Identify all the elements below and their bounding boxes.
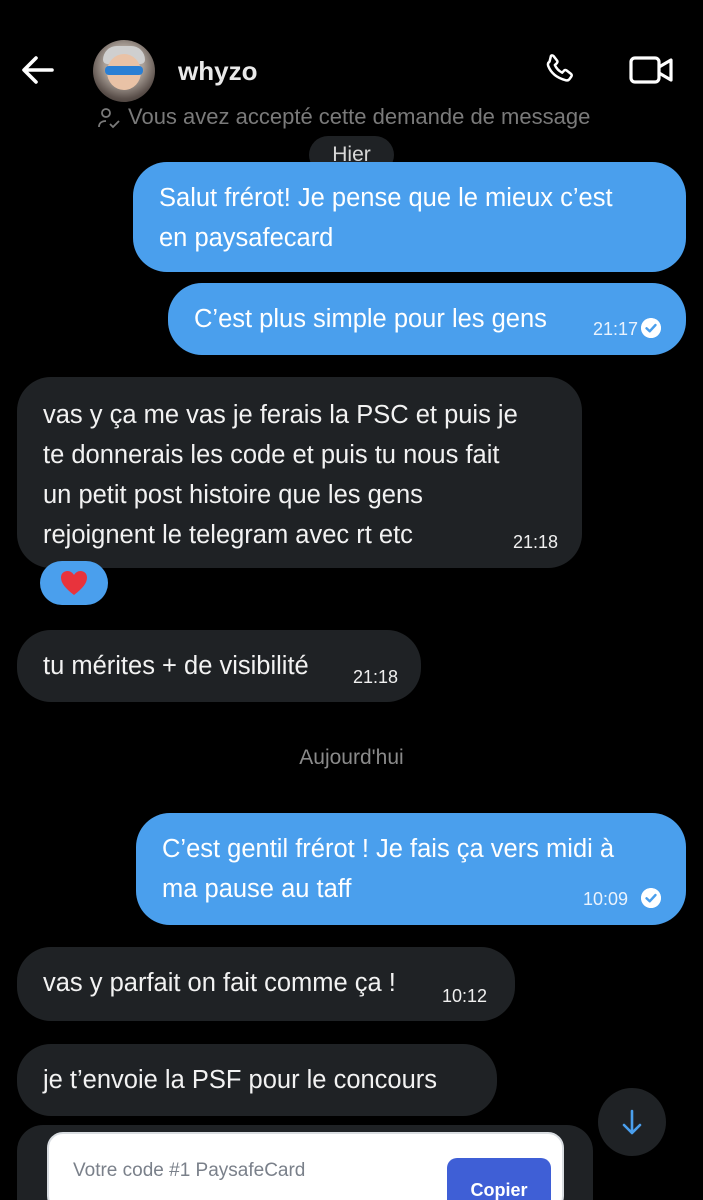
contact-username[interactable]: whyzo xyxy=(178,56,257,87)
message-bubble-incoming[interactable]: vas y ça me vas je ferais la PSC et puis… xyxy=(17,377,582,568)
scroll-to-bottom-button[interactable] xyxy=(598,1088,666,1156)
video-call-button[interactable] xyxy=(628,52,674,88)
code-card-message: Votre code #1 PaysafeCard Copier xyxy=(17,1125,593,1200)
copy-button[interactable]: Copier xyxy=(447,1158,551,1200)
message-line: rejoignent le telegram avec rt etc xyxy=(43,521,413,549)
message-time: 21:18 xyxy=(353,667,399,687)
phone-icon xyxy=(546,54,573,82)
day-divider-today: Aujourd'hui xyxy=(299,746,404,769)
message-time: 21:17 xyxy=(593,319,639,339)
message-line: C’est gentil frérot ! Je fais ça vers mi… xyxy=(162,835,615,863)
video-camera-icon xyxy=(629,56,673,84)
accept-user-icon xyxy=(98,108,120,129)
message-text: je t’envoie la PSF pour le concours xyxy=(43,1066,438,1094)
message-text: C’est plus simple pour les gens xyxy=(194,305,547,333)
read-check-icon xyxy=(641,888,661,908)
message-line: vas y ça me vas je ferais la PSC et puis… xyxy=(43,401,518,429)
avatar[interactable] xyxy=(93,40,155,102)
message-bubble-outgoing[interactable]: C’est plus simple pour les gens 21:17 xyxy=(168,283,686,355)
message-bubble-incoming[interactable]: vas y parfait on fait comme ça ! 10:12 xyxy=(17,947,515,1021)
message-bubble-incoming[interactable]: je t’envoie la PSF pour le concours xyxy=(17,1044,497,1116)
heart-reaction[interactable] xyxy=(40,561,108,605)
message-line: en paysafecard xyxy=(159,224,334,252)
message-time: 21:18 xyxy=(513,532,559,552)
code-card-label: Votre code #1 PaysafeCard xyxy=(73,1160,306,1181)
message-time: 10:12 xyxy=(442,986,488,1006)
back-button[interactable] xyxy=(18,50,58,90)
notice-text: Vous avez accepté cette demande de messa… xyxy=(128,104,591,129)
message-line: te donnerais les code et puis tu nous fa… xyxy=(43,441,500,469)
code-card: Votre code #1 PaysafeCard Copier xyxy=(47,1132,564,1200)
message-bubble-outgoing[interactable]: Salut frérot! Je pense que le mieux c’es… xyxy=(133,162,686,272)
message-line: Salut frérot! Je pense que le mieux c’es… xyxy=(159,184,613,212)
message-bubble-incoming[interactable]: tu mérites + de visibilité 21:18 xyxy=(17,630,421,702)
voice-call-button[interactable] xyxy=(540,50,580,90)
arrow-down-icon xyxy=(622,1109,642,1135)
message-bubble-outgoing[interactable]: C’est gentil frérot ! Je fais ça vers mi… xyxy=(136,813,686,925)
arrow-left-icon xyxy=(22,56,54,84)
message-time: 10:09 xyxy=(583,889,629,909)
message-line: un petit post histoire que les gens xyxy=(43,481,423,509)
message-text: tu mérites + de visibilité xyxy=(43,652,309,680)
read-check-icon xyxy=(641,318,661,338)
message-text: vas y parfait on fait comme ça ! xyxy=(43,969,396,997)
accepted-request-notice: Vous avez accepté cette demande de messa… xyxy=(0,100,703,134)
chat-header: whyzo xyxy=(0,0,703,110)
heart-icon xyxy=(61,571,87,595)
